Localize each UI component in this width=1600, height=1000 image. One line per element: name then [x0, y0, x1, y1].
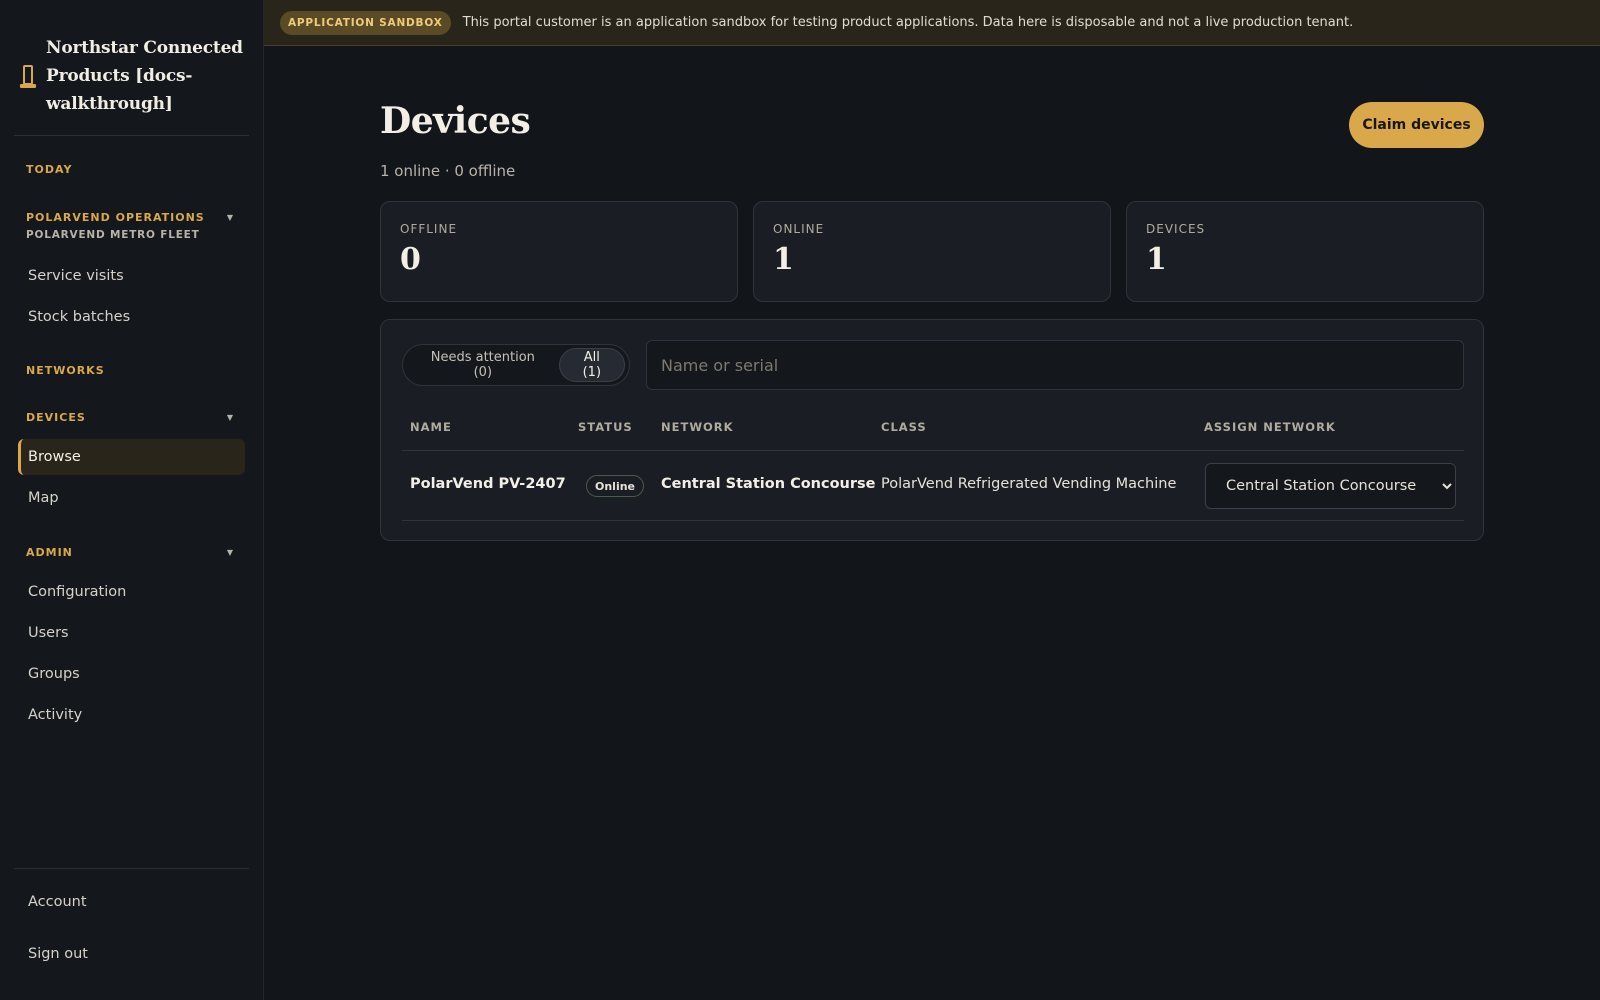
divider	[402, 450, 1464, 451]
sidebar-item-account[interactable]: Account	[18, 884, 245, 920]
divider	[14, 868, 249, 869]
sidebar-item-browse[interactable]: Browse	[18, 439, 245, 475]
column-header-assign-network[interactable]: ASSIGN NETWORK	[1204, 420, 1336, 434]
stat-card-offline: OFFLINE 0	[380, 201, 738, 302]
chevron-down-icon: ▼	[226, 213, 234, 222]
column-header-status[interactable]: STATUS	[578, 420, 633, 434]
sidebar-item-label: Map	[28, 490, 59, 506]
stat-card-devices: DEVICES 1	[1126, 201, 1484, 302]
chevron-down-icon: ▼	[226, 413, 234, 422]
sidebar-item-users[interactable]: Users	[18, 615, 245, 651]
sandbox-badge: APPLICATION SANDBOX	[280, 10, 451, 35]
sidebar-item-map[interactable]: Map	[18, 480, 245, 516]
sidebar-item-label: Browse	[28, 449, 81, 465]
stat-value: 1	[1146, 242, 1167, 277]
vending-machine-icon	[20, 63, 36, 89]
filter-toggle: Needs attention (0) All (1)	[402, 344, 630, 386]
stat-card-online: ONLINE 1	[753, 201, 1111, 302]
nav-section-networks[interactable]: NETWORKS	[26, 364, 240, 377]
brand-title: Northstar Connected Products [docs-walkt…	[46, 38, 243, 114]
sidebar-item-label: Activity	[28, 707, 83, 723]
column-header-class[interactable]: CLASS	[881, 420, 927, 434]
sidebar-item-label: Configuration	[28, 584, 127, 600]
sidebar-item-activity[interactable]: Activity	[18, 697, 245, 733]
page-subtitle: 1 online · 0 offline	[380, 162, 516, 180]
status-badge: Online	[586, 475, 645, 497]
device-network: Central Station Concourse	[661, 476, 876, 492]
nav-fleet-label: POLARVEND METRO FLEET	[26, 229, 200, 241]
nav-section-devices[interactable]: DEVICES ▼	[26, 411, 240, 424]
page-title: Devices	[380, 100, 531, 142]
device-name-link[interactable]: PolarVend PV-2407	[410, 476, 566, 492]
sidebar-item-label: Users	[28, 625, 69, 641]
divider	[402, 520, 1464, 521]
claim-devices-button[interactable]: Claim devices	[1349, 102, 1484, 148]
sidebar-item-groups[interactable]: Groups	[18, 656, 245, 692]
device-class: PolarVend Refrigerated Vending Machine	[881, 476, 1177, 492]
column-header-network[interactable]: NETWORK	[661, 420, 734, 434]
divider	[14, 135, 249, 136]
sidebar-item-label: Account	[28, 894, 87, 910]
stat-label: OFFLINE	[400, 222, 458, 236]
nav-section-label: NETWORKS	[26, 364, 105, 377]
nav-section-admin[interactable]: ADMIN ▼	[26, 546, 240, 559]
chevron-down-icon: ▼	[226, 548, 234, 557]
stat-value: 1	[773, 242, 794, 277]
devices-panel: Needs attention (0) All (1) NAME STATUS …	[380, 319, 1484, 541]
sidebar-item-configuration[interactable]: Configuration	[18, 574, 245, 610]
stat-label: DEVICES	[1146, 222, 1206, 236]
nav-section-label: ADMIN	[26, 546, 73, 559]
stat-label: ONLINE	[773, 222, 825, 236]
sidebar: Northstar Connected Products [docs-walkt…	[0, 0, 264, 1000]
sidebar-item-service-visits[interactable]: Service visits	[18, 258, 245, 294]
stat-value: 0	[400, 242, 421, 277]
banner-text: This portal customer is an application s…	[462, 15, 1354, 30]
brand[interactable]: Northstar Connected Products [docs-walkt…	[20, 34, 250, 118]
nav-section-label: POLARVEND OPERATIONS	[26, 211, 205, 224]
column-header-name[interactable]: NAME	[410, 420, 452, 434]
sandbox-banner: APPLICATION SANDBOX This portal customer…	[264, 0, 1600, 46]
sidebar-item-label: Sign out	[28, 946, 88, 962]
nav-section-today[interactable]: TODAY	[26, 163, 240, 176]
sidebar-item-sign-out[interactable]: Sign out	[18, 936, 245, 972]
assign-network-select[interactable]: Central Station Concourse	[1205, 463, 1456, 509]
sidebar-item-stock-batches[interactable]: Stock batches	[18, 299, 245, 335]
sidebar-item-label: Stock batches	[28, 309, 131, 325]
filter-all[interactable]: All (1)	[558, 348, 625, 382]
filter-needs-attention[interactable]: Needs attention (0)	[407, 348, 559, 382]
sidebar-item-label: Service visits	[28, 268, 124, 284]
sidebar-item-label: Groups	[28, 666, 80, 682]
nav-section-operations[interactable]: POLARVEND OPERATIONS ▼	[26, 211, 240, 224]
search-input[interactable]	[646, 340, 1464, 390]
nav-section-label: DEVICES	[26, 411, 86, 424]
nav-section-label: TODAY	[26, 163, 73, 176]
